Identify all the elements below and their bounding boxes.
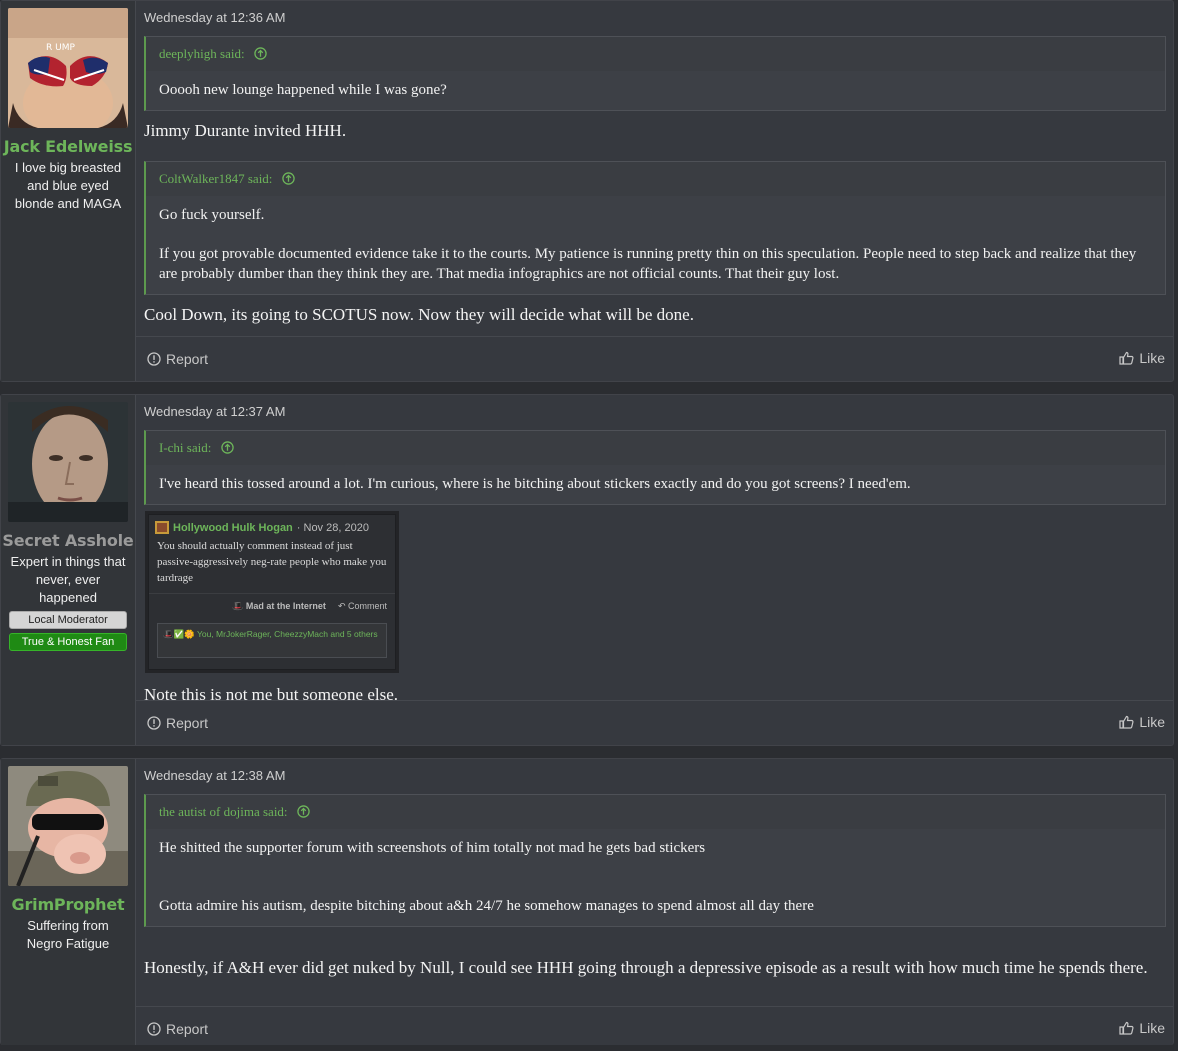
arrow-up-circle-icon[interactable] — [297, 805, 310, 818]
embed-date: · Nov 28, 2020 — [296, 521, 369, 534]
arrow-up-circle-icon[interactable] — [254, 47, 267, 60]
embed-text: You should actually comment instead of j… — [157, 540, 387, 584]
report-icon — [147, 1022, 161, 1036]
quote-text: He shitted the supporter forum with scre… — [146, 829, 1165, 926]
user-title: I love big breasted and blue eyed blonde… — [14, 160, 122, 211]
report-button[interactable]: Report — [147, 1021, 208, 1037]
quote-author[interactable]: the autist of dojima — [159, 804, 260, 819]
quote-paragraph: Go fuck yourself. — [159, 207, 265, 223]
embed-header: Hollywood Hulk Hogan · Nov 28, 2020 — [149, 515, 395, 534]
embedded-screenshot[interactable]: Hollywood Hulk Hogan · Nov 28, 2020 You … — [148, 514, 396, 670]
thumbs-up-icon — [1119, 715, 1134, 729]
reply-text: Honestly, if A&H ever did get nuked by N… — [144, 958, 1148, 977]
svg-text:R UMP: R UMP — [46, 43, 75, 53]
avatar[interactable]: R UMP — [8, 8, 128, 128]
quote-text: Go fuck yourself. If you got provable do… — [146, 196, 1165, 294]
report-label: Report — [166, 715, 209, 731]
embed-comment: ↶ Comment — [337, 601, 387, 611]
post-date[interactable]: Wednesday at 12:38 AM — [144, 768, 1166, 786]
username[interactable]: Secret Asshole — [2, 531, 133, 550]
quote-block: deeplyhigh said: Ooooh new lounge happen… — [144, 36, 1166, 111]
like-button[interactable]: Like — [1119, 714, 1165, 730]
reaction-icons: 🎩✅🌼 — [163, 629, 195, 639]
reply-text: Jimmy Durante invited HHH. — [144, 121, 347, 140]
post-footer: Report Like — [136, 700, 1173, 745]
embed-author: Hollywood Hulk Hogan — [173, 521, 293, 534]
quote-header[interactable]: ColtWalker1847 said: — [146, 162, 1165, 196]
divider — [149, 593, 395, 594]
thumbs-up-icon — [1119, 351, 1134, 365]
user-title: Expert in things that never, ever happen… — [10, 554, 126, 605]
post-footer: Report Like — [136, 1006, 1173, 1051]
post-content: Wednesday at 12:38 AM the autist of doji… — [136, 759, 1173, 1045]
arrow-up-circle-icon[interactable] — [281, 172, 295, 185]
avatar[interactable] — [8, 766, 128, 886]
like-button[interactable]: Like — [1119, 350, 1165, 366]
post-date[interactable]: Wednesday at 12:36 AM — [144, 10, 1166, 28]
like-label: Like — [1139, 1020, 1165, 1036]
user-title: Suffering from Negro Fatigue — [26, 918, 110, 951]
report-icon — [147, 716, 161, 730]
report-label: Report — [166, 351, 209, 367]
quote-author[interactable]: deeplyhigh — [159, 46, 217, 61]
embed-actions: 🎩 Mad at the Internet ↶ Comment — [232, 601, 387, 612]
avatar-icon — [155, 521, 169, 534]
quote-text: Ooooh new lounge happened while I was go… — [146, 71, 1165, 110]
fan-banner: True & Honest Fan — [9, 633, 127, 651]
embed-rating: 🎩 Mad at the Internet — [232, 601, 326, 611]
user-sidebar: R UMP Jack Edelweiss I love big breasted… — [1, 1, 136, 381]
quote-block: ColtWalker1847 said: Go fuck yourself. I… — [144, 161, 1166, 295]
username[interactable]: Jack Edelweiss — [4, 137, 133, 156]
report-label: Report — [166, 1021, 209, 1037]
quote-block: the autist of dojima said: He shitted th… — [144, 794, 1166, 927]
quote-author[interactable]: I-chi — [159, 440, 184, 455]
post-content: Wednesday at 12:36 AM deeplyhigh said: O… — [136, 1, 1173, 381]
like-label: Like — [1139, 350, 1165, 366]
report-button[interactable]: Report — [147, 715, 208, 731]
user-sidebar: Secret Asshole Expert in things that nev… — [1, 395, 136, 745]
report-icon — [147, 352, 161, 366]
quote-said: said: — [262, 804, 288, 819]
post: R UMP Jack Edelweiss I love big breasted… — [0, 0, 1174, 382]
post-footer: Report Like — [136, 336, 1173, 381]
quote-paragraph: I've heard this tossed around a lot. I'm… — [159, 476, 911, 492]
quote-paragraph: If you got provable documented evidence … — [159, 246, 1137, 282]
post-content: Wednesday at 12:37 AM I-chi said: I've h… — [136, 395, 1173, 745]
username[interactable]: GrimProphet — [12, 895, 125, 914]
thumbs-up-icon — [1119, 1021, 1134, 1035]
post-date[interactable]: Wednesday at 12:37 AM — [144, 404, 1166, 422]
quote-header[interactable]: the autist of dojima said: — [146, 795, 1165, 829]
quote-paragraph: He shitted the supporter forum with scre… — [159, 840, 706, 856]
reaction-list: You, MrJokerRager, CheezzyMach and 5 oth… — [196, 629, 378, 639]
quote-header[interactable]: deeplyhigh said: — [146, 37, 1165, 71]
quote-paragraph: Gotta admire his autism, despite bitchin… — [159, 898, 814, 914]
like-label: Like — [1139, 714, 1165, 730]
report-button[interactable]: Report — [147, 351, 208, 367]
reply-text: Cool Down, its going to SCOTUS now. Now … — [144, 305, 694, 324]
quote-block: I-chi said: I've heard this tossed aroun… — [144, 430, 1166, 505]
post: Secret Asshole Expert in things that nev… — [0, 394, 1174, 746]
quote-text: I've heard this tossed around a lot. I'm… — [146, 465, 1165, 504]
quote-header[interactable]: I-chi said: — [146, 431, 1165, 465]
like-button[interactable]: Like — [1119, 1020, 1165, 1036]
quote-paragraph: Ooooh new lounge happened while I was go… — [159, 82, 447, 98]
embed-reactions: 🎩✅🌼 You, MrJokerRager, CheezzyMach and 5… — [157, 623, 387, 658]
avatar[interactable] — [8, 402, 128, 522]
post: GrimProphet Suffering from Negro Fatigue… — [0, 758, 1174, 1045]
quote-said: said: — [247, 171, 273, 186]
quote-said: said: — [220, 46, 245, 61]
moderator-banner: Local Moderator — [9, 611, 127, 629]
arrow-up-circle-icon[interactable] — [220, 441, 234, 454]
user-sidebar: GrimProphet Suffering from Negro Fatigue — [1, 759, 136, 1045]
quote-said: said: — [186, 440, 212, 455]
quote-author[interactable]: ColtWalker1847 — [159, 171, 245, 186]
